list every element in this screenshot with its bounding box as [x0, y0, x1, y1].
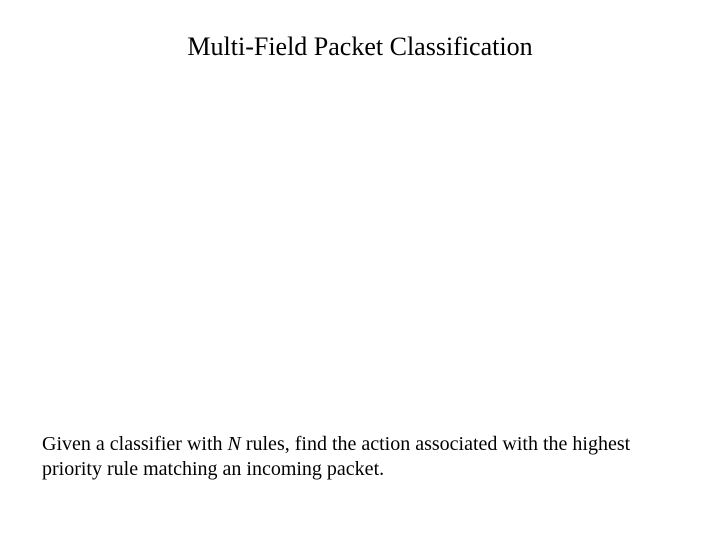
slide-body: Given a classifier with N rules, find th…	[42, 432, 678, 482]
slide-title: Multi-Field Packet Classification	[0, 32, 720, 62]
body-text-part1: Given a classifier with	[42, 433, 228, 455]
body-italic: N	[228, 433, 241, 455]
